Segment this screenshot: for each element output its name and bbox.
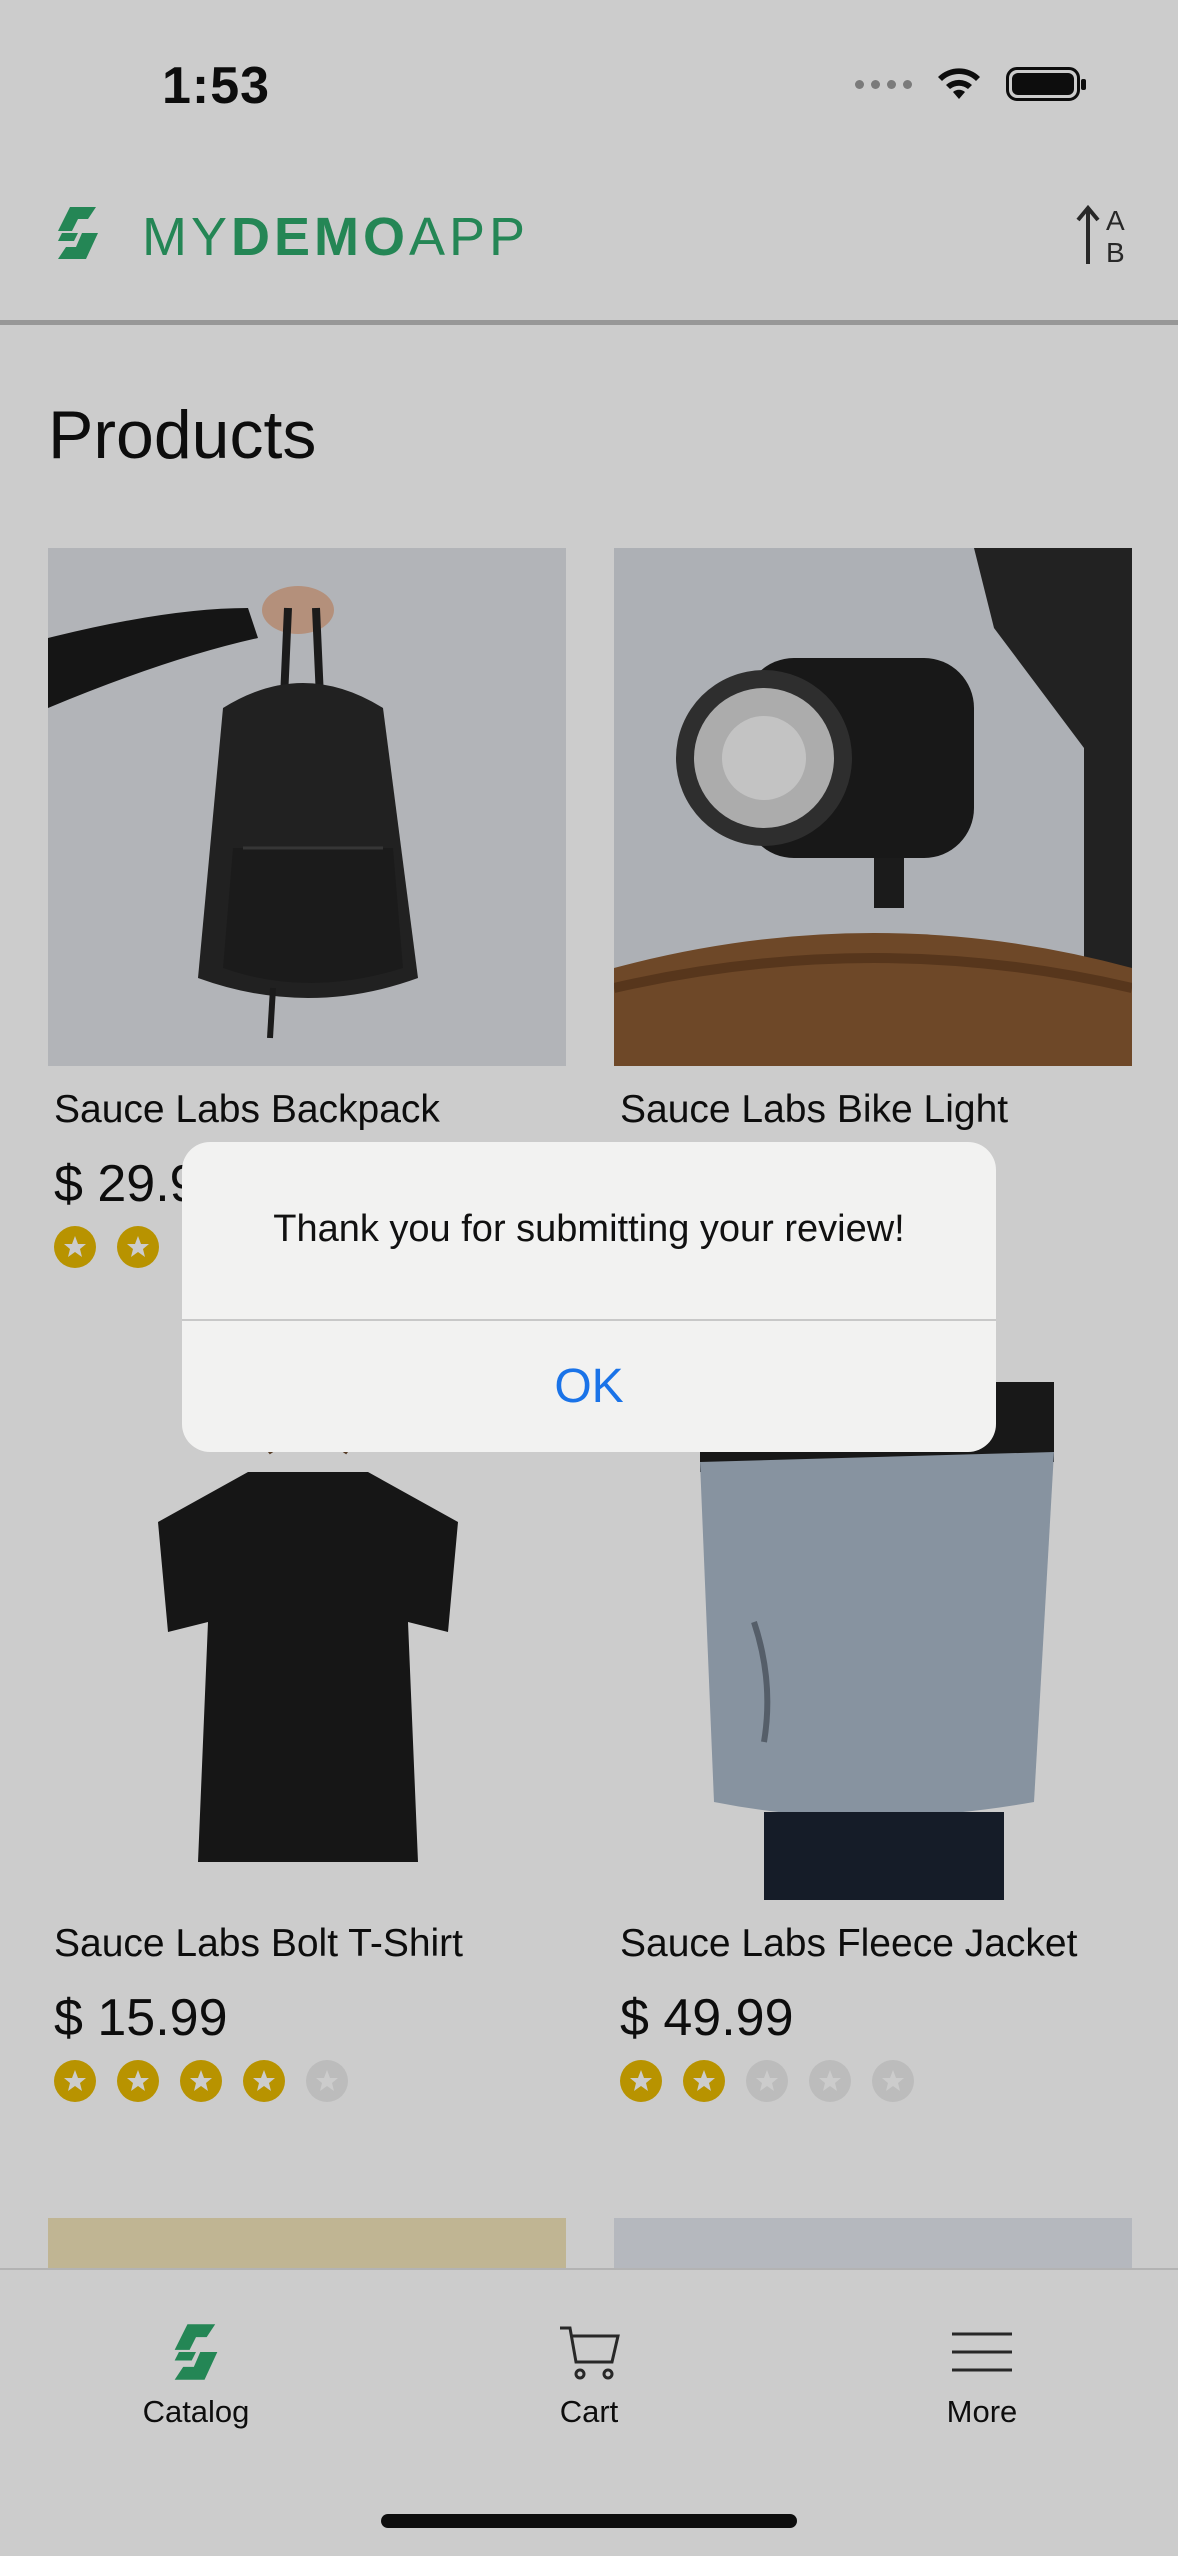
dialog-message: Thank you for submitting your review!: [273, 1208, 905, 1250]
review-alert-dialog: Thank you for submitting your review! OK: [182, 1142, 996, 1452]
ok-button[interactable]: OK: [182, 1321, 996, 1452]
